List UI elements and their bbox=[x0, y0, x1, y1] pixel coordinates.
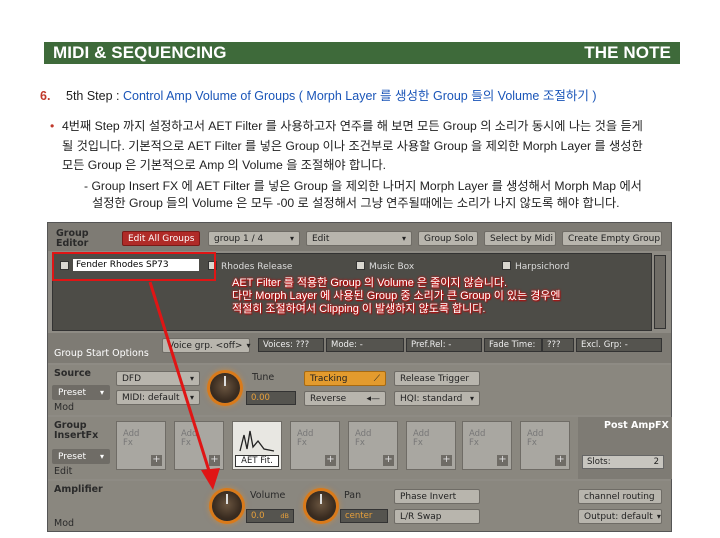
red-arrow-icon bbox=[148, 281, 220, 490]
